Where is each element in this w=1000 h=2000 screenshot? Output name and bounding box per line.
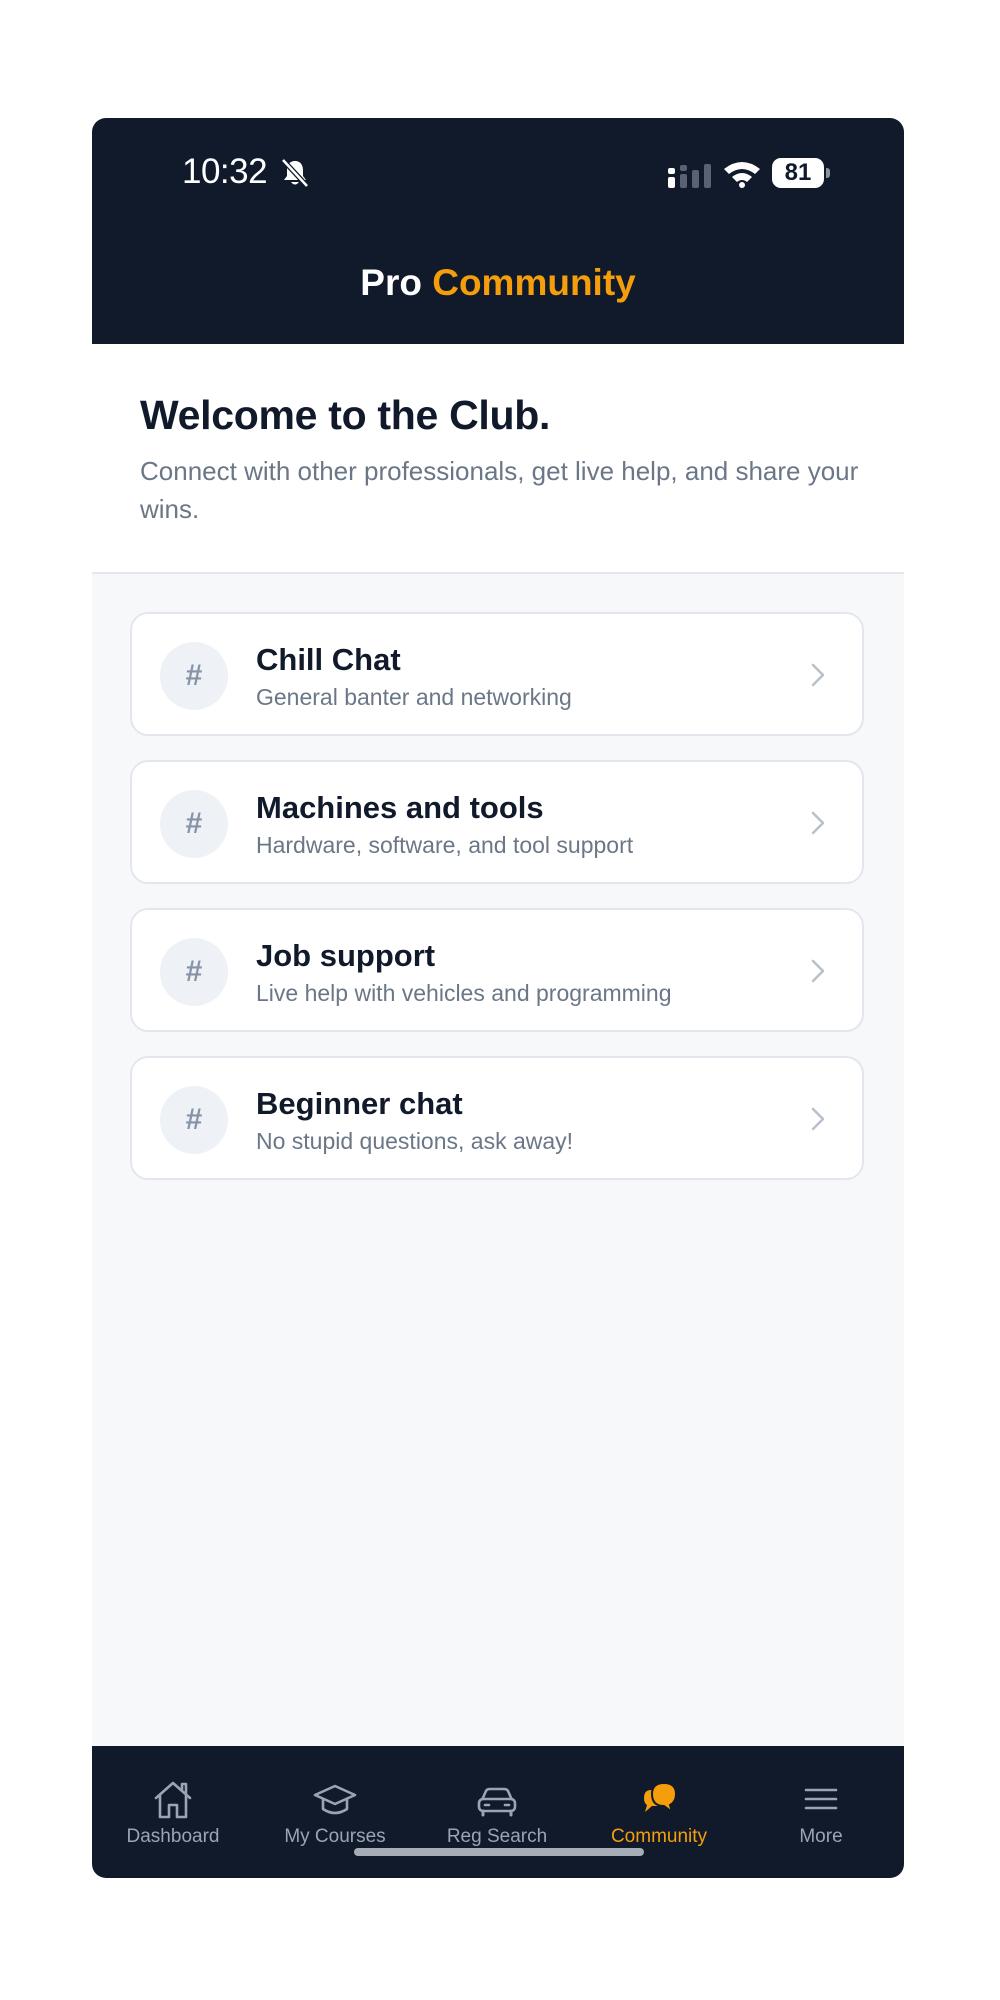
- battery-indicator: 81: [772, 158, 832, 188]
- tab-label: More: [799, 1826, 843, 1847]
- app-title: Pro Community: [92, 262, 904, 304]
- welcome-subtitle: Connect with other professionals, get li…: [140, 456, 859, 524]
- app-title-community: Community: [432, 262, 636, 303]
- hashtag-icon: #: [160, 938, 228, 1006]
- graduation-cap-icon: [313, 1784, 357, 1815]
- welcome-title: Welcome to the Club.: [140, 392, 551, 438]
- hashtag-icon: #: [160, 1086, 228, 1154]
- channel-card-chill-chat[interactable]: # Chill Chat General banter and networki…: [130, 612, 864, 736]
- tab-reg-search[interactable]: Reg Search: [416, 1778, 578, 1848]
- app-title-pro: Pro: [360, 262, 422, 303]
- channel-description: No stupid questions, ask away!: [256, 1128, 574, 1154]
- bottom-tab-bar: Dashboard My Courses Reg Search Communit…: [92, 1746, 904, 1878]
- chevron-right-icon: [811, 959, 825, 983]
- chevron-right-icon: [811, 1107, 825, 1131]
- home-indicator[interactable]: [354, 1848, 644, 1856]
- battery-nub: [826, 168, 830, 178]
- channel-title: Job support: [256, 938, 436, 973]
- tab-label: My Courses: [284, 1826, 386, 1847]
- hashtag-icon: #: [160, 642, 228, 710]
- tab-label: Dashboard: [126, 1826, 220, 1847]
- channel-description: General banter and networking: [256, 684, 572, 710]
- welcome-section: Welcome to the Club. Connect with other …: [92, 344, 904, 574]
- phone-screen: 10:32 81 Pro Community Welcome to the Cl…: [92, 118, 904, 1878]
- tab-more[interactable]: More: [740, 1778, 902, 1848]
- status-time: 10:32: [182, 152, 268, 191]
- channel-title: Machines and tools: [256, 790, 544, 825]
- tab-dashboard[interactable]: Dashboard: [92, 1778, 254, 1848]
- tab-community[interactable]: Community: [578, 1778, 740, 1848]
- channel-title: Chill Chat: [256, 642, 401, 677]
- bell-muted-icon: [281, 158, 309, 188]
- channel-description: Hardware, software, and tool support: [256, 832, 634, 858]
- tab-label: Reg Search: [446, 1826, 548, 1847]
- battery-level: 81: [772, 158, 824, 188]
- tab-my-courses[interactable]: My Courses: [254, 1778, 416, 1848]
- channel-card-job-support[interactable]: # Job support Live help with vehicles an…: [130, 908, 864, 1032]
- car-icon: [477, 1787, 517, 1817]
- cellular-signal-icon: [668, 164, 711, 188]
- tab-label: Community: [610, 1826, 708, 1847]
- home-icon: [154, 1781, 192, 1819]
- channel-title: Beginner chat: [256, 1086, 463, 1121]
- chat-bubbles-icon: [644, 1781, 678, 1815]
- chevron-right-icon: [811, 811, 825, 835]
- channel-card-machines-and-tools[interactable]: # Machines and tools Hardware, software,…: [130, 760, 864, 884]
- channel-description: Live help with vehicles and programming: [256, 980, 672, 1006]
- wifi-icon: [724, 162, 760, 188]
- channel-card-beginner-chat[interactable]: # Beginner chat No stupid questions, ask…: [130, 1056, 864, 1180]
- hashtag-icon: #: [160, 790, 228, 858]
- chevron-right-icon: [811, 663, 825, 687]
- top-bar: 10:32 81 Pro Community: [92, 118, 904, 344]
- menu-icon: [804, 1788, 838, 1810]
